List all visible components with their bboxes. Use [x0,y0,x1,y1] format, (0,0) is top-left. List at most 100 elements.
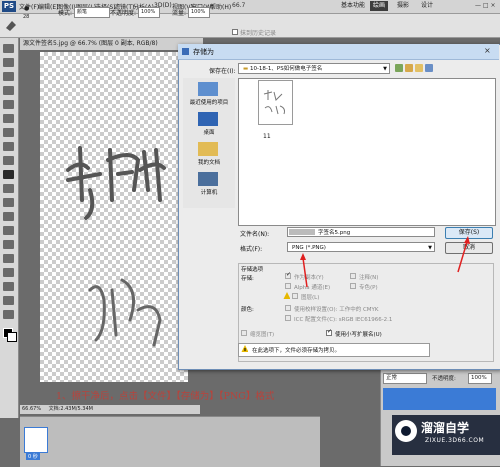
use-proof-checkbox [285,305,291,311]
history-checkbox[interactable] [232,29,238,35]
blur-tool-icon[interactable] [3,198,14,207]
watermark-logo-icon [395,420,417,442]
alpha-checkbox [285,283,291,289]
dialog-close-icon[interactable]: × [484,46,491,55]
opacity-label: 不透明度: [110,10,137,17]
warning-icon [283,292,290,299]
flow-field[interactable]: 100% [188,7,210,18]
dialog-title: 存储为 [193,48,214,56]
stamp-tool-icon[interactable] [3,156,14,165]
folder-icon: ▬ [243,66,249,72]
opacity-field[interactable]: 100% [138,7,160,18]
recent-places-icon[interactable] [198,82,218,96]
warning-icon [241,345,248,352]
lowercase-ext-label: 使用小写扩展名(U) [335,332,382,338]
icc-label: ICC 配置文件(C): sRGB IEC61966-2.1 [294,317,393,323]
back-icon[interactable] [395,64,403,72]
format-label: 格式(F): [240,246,263,253]
icc-checkbox [285,315,291,321]
workspace-photography-button[interactable]: 摄影 [394,1,412,11]
spot-label: 专色(P) [359,285,378,291]
status-zoom: 66.67% [22,406,42,412]
file-name-label: 11 [263,133,271,140]
place-documents[interactable]: 我的文档 [185,158,233,166]
use-proof-label: 使用校样设置(O): 工作中的 CMYK [294,307,379,313]
layer-row-selected[interactable] [383,388,496,410]
thumbnail-label: 缩览图(T) [250,332,275,338]
dialog-app-icon [182,48,189,55]
place-desktop[interactable]: 桌面 [185,128,233,136]
window-controls[interactable]: — □ × [475,2,497,10]
menu-edit[interactable]: 编辑(E) [38,2,58,11]
eraser-tool-icon[interactable] [3,170,14,179]
flow-label: 流量: [172,10,187,17]
brush-tool-icon[interactable] [3,142,14,151]
document-tab[interactable]: 源文件签名5.jpg @ 66.7% (图层 0 副本, RGB/8) [20,38,203,50]
eraser-tool-icon[interactable] [4,18,18,32]
gradient-tool-icon[interactable] [3,184,14,193]
workspace-design-button[interactable]: 设计 [418,1,436,11]
storage-label: 存储: [241,276,254,282]
dodge-tool-icon[interactable] [3,212,14,221]
view-menu-icon[interactable] [425,64,433,72]
workspace-essentials-button[interactable]: 基本功能 [338,1,368,11]
save-button[interactable]: 保存(S) [445,227,493,239]
type-tool-icon[interactable] [3,240,14,249]
thumbnail-checkbox [241,330,247,336]
move-tool-icon[interactable] [3,44,14,53]
animation-frame[interactable] [24,427,48,453]
thumbnail-signature [263,90,285,115]
format-value: PNG (*.PNG) [292,245,326,251]
alpha-label: Alpha 通道(E) [294,285,331,291]
path-selection-tool-icon[interactable] [3,254,14,263]
place-computer[interactable]: 计算机 [185,188,233,196]
crop-tool-icon[interactable] [3,100,14,109]
dialog-title-bar[interactable] [178,44,499,60]
filename-label: 文件名(N): [240,231,270,238]
magic-wand-tool-icon[interactable] [3,86,14,95]
spot-checkbox [350,283,356,289]
cancel-button[interactable]: 取消 [445,242,493,254]
background-color-swatch[interactable] [7,332,17,342]
chevron-down-icon: ▼ [428,245,432,251]
format-select[interactable]: PNG (*.PNG) ▼ [287,242,435,252]
new-folder-icon[interactable] [415,64,423,72]
color-label: 颜色: [241,307,254,313]
workspace-painting-button[interactable]: 绘画 [370,1,389,11]
hand-tool-icon[interactable] [3,296,14,305]
place-recent[interactable]: 最近使用的项目 [185,98,233,106]
pen-tool-icon[interactable] [3,226,14,235]
document-status-bar: 66.67% 文档:2.43M/5.34M [20,405,200,414]
brush-preset-icon[interactable]: ● [24,5,29,12]
healing-tool-icon[interactable] [3,128,14,137]
instruction-caption: 1、擦干净后，点击【文件】【存储为】【PNG】格式 [56,391,275,402]
brush-size: 28 [23,14,30,20]
eyedropper-tool-icon[interactable] [3,114,14,123]
frame-duration[interactable]: 0 秒 [26,453,40,460]
mode-label: 模式: [58,10,73,17]
blend-mode-select[interactable]: 正常 [383,373,427,384]
layers-checkbox [292,293,298,299]
documents-icon[interactable] [198,142,218,156]
3d-rotate-tool-icon[interactable] [3,282,14,291]
computer-icon[interactable] [198,172,218,186]
layer-opacity-field[interactable]: 100% [468,373,492,384]
marquee-tool-icon[interactable] [3,58,14,67]
chevron-down-icon: ▼ [383,66,387,72]
up-folder-icon[interactable] [405,64,413,72]
shape-tool-icon[interactable] [3,268,14,277]
zoom-tool-icon[interactable] [3,310,14,319]
lowercase-ext-checkbox[interactable] [326,328,332,336]
mode-select[interactable]: 颜笔 [74,7,110,18]
save-in-label: 保存在(I): [209,68,236,75]
signature-strokes [66,146,166,347]
photoshop-logo: PS [2,1,16,12]
lasso-tool-icon[interactable] [3,72,14,81]
animation-panel [20,416,320,467]
zoom-level[interactable]: 66.7 [232,2,245,9]
layers-label: 图层(L) [301,295,320,301]
menu-help[interactable]: 帮助(H) [210,2,231,11]
save-in-select[interactable]: ▬ 10-18-1、PS如何做电子签名 ▼ [238,63,390,74]
save-in-value: 10-18-1、PS如何做电子签名 [249,66,323,72]
desktop-icon[interactable] [198,112,218,126]
